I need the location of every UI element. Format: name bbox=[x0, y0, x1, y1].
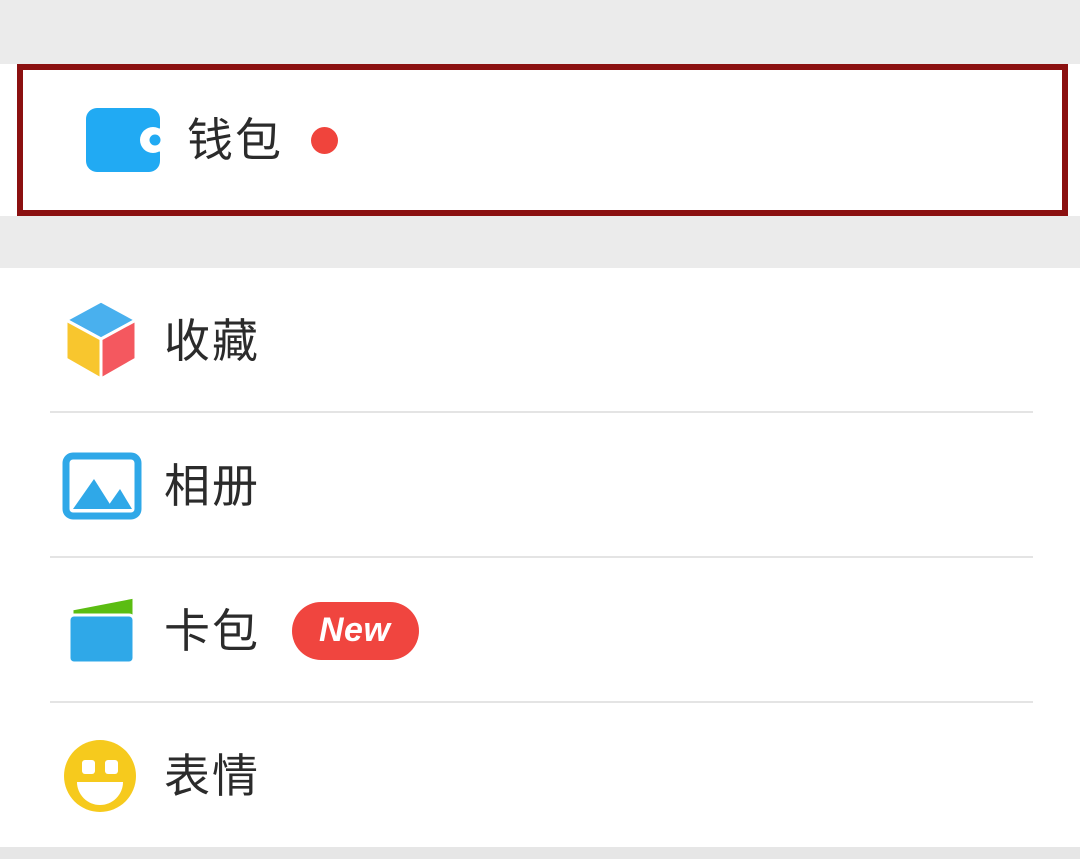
cube-icon-glyph bbox=[64, 299, 138, 380]
list-item-label: 收藏 bbox=[164, 313, 260, 368]
list-item-album[interactable]: 相册 bbox=[0, 413, 1080, 558]
top-spacer-band bbox=[0, 0, 1080, 64]
list-item-emoji[interactable]: 表情 bbox=[0, 703, 1080, 848]
list-item-label: 相册 bbox=[164, 458, 260, 513]
wallet-icon bbox=[85, 107, 187, 173]
smiley-icon bbox=[62, 738, 164, 814]
list-item-wallet[interactable]: 钱包 bbox=[23, 70, 1062, 210]
red-annotation-box: 钱包 bbox=[17, 64, 1068, 216]
group-separator-band bbox=[0, 216, 1080, 268]
list-item-favorites[interactable]: 收藏 bbox=[0, 268, 1080, 413]
photo-icon-glyph bbox=[62, 452, 142, 519]
bottom-spacer-band bbox=[0, 847, 1080, 859]
cards-icon-glyph bbox=[67, 595, 136, 664]
smiley-icon-glyph bbox=[64, 739, 136, 812]
unread-dot-badge bbox=[311, 126, 338, 154]
list-item-label: 卡包 bbox=[164, 603, 260, 658]
settings-list-group: 收藏 相册 卡包 New 表情 bbox=[0, 268, 1080, 848]
list-item-label: 表情 bbox=[164, 748, 260, 803]
new-badge: New bbox=[292, 601, 420, 660]
cards-icon bbox=[62, 593, 164, 669]
cube-icon bbox=[62, 299, 164, 383]
list-item-label: 钱包 bbox=[187, 113, 283, 167]
list-item-cards[interactable]: 卡包 New bbox=[0, 558, 1080, 703]
photo-icon bbox=[62, 452, 164, 520]
wallet-icon-glyph bbox=[86, 108, 161, 172]
